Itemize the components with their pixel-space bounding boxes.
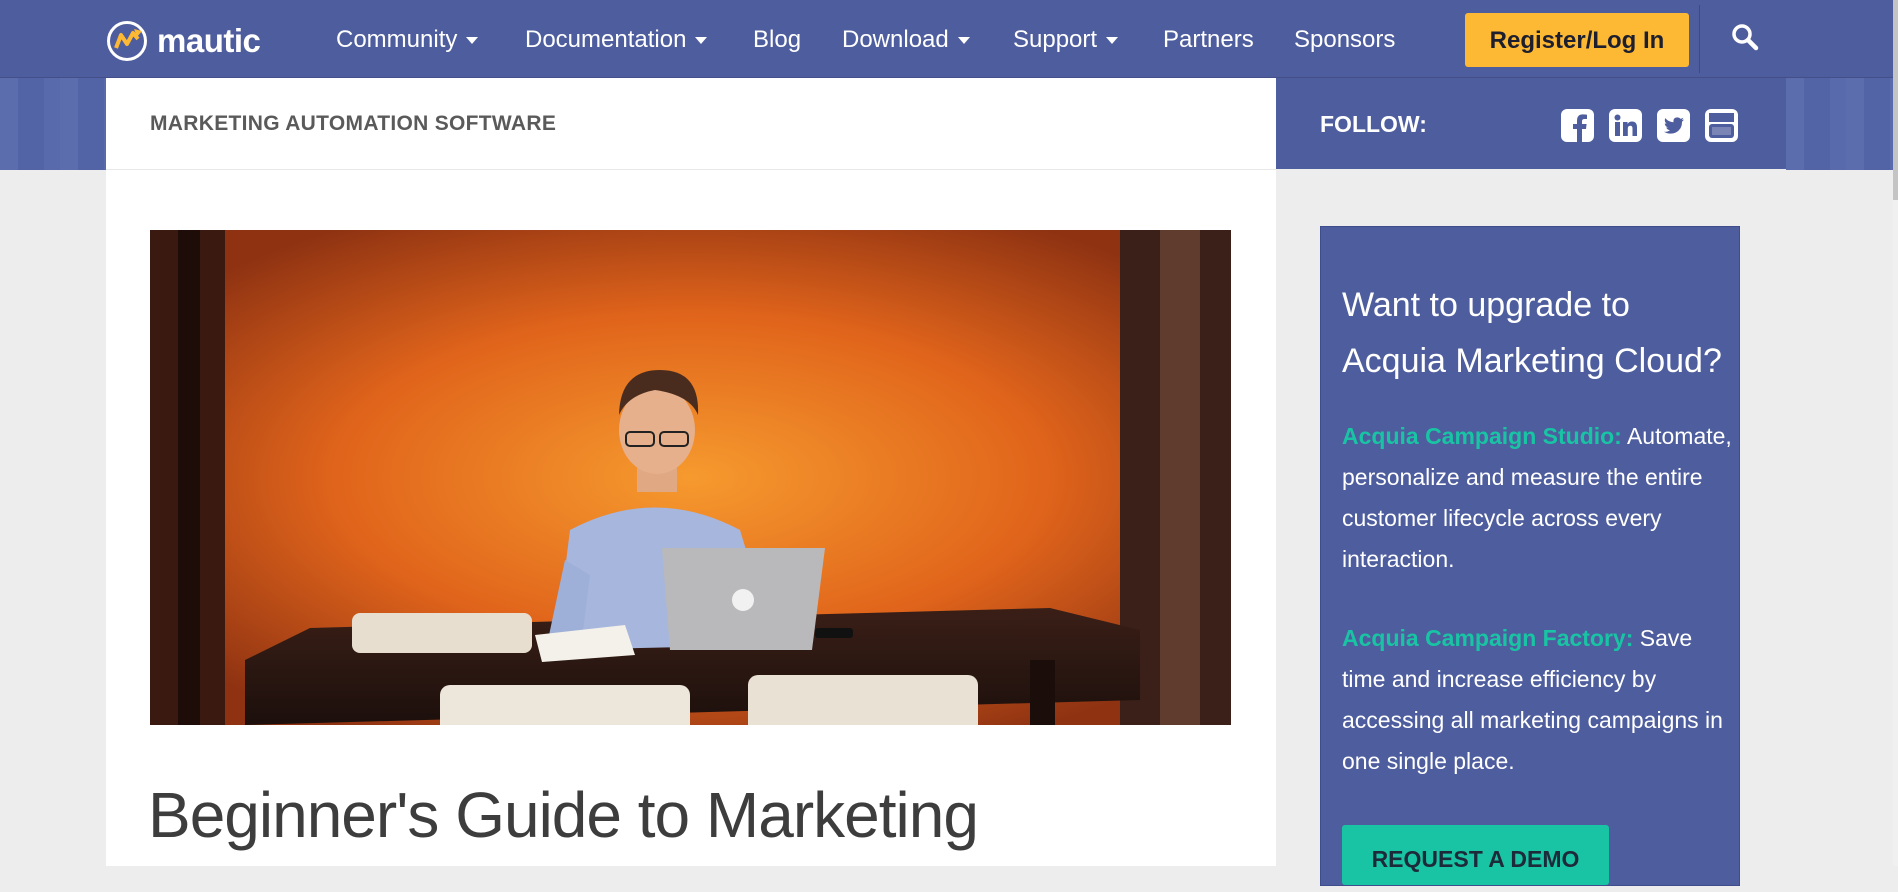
main-content: MARKETING AUTOMATION SOFTWARE Beginner's…: [106, 78, 1276, 866]
nav-label: Partners: [1163, 26, 1254, 53]
youtube-icon[interactable]: [1705, 109, 1738, 142]
follow-bar: FOLLOW:: [1276, 78, 1786, 169]
facebook-icon[interactable]: [1561, 109, 1594, 142]
nav-label: Download: [842, 26, 949, 53]
category-bar: MARKETING AUTOMATION SOFTWARE: [106, 78, 1276, 170]
chevron-down-icon: [957, 37, 970, 45]
request-demo-button[interactable]: REQUEST A DEMO: [1342, 825, 1609, 885]
linkedin-icon[interactable]: [1609, 109, 1642, 142]
nav-label: Documentation: [525, 26, 687, 53]
chevron-down-icon: [466, 37, 479, 45]
top-navbar: mautic Community Documentation Blog Down…: [0, 0, 1898, 78]
nav-divider: [1699, 5, 1700, 73]
article-title: Beginner's Guide to Marketing: [148, 779, 979, 851]
nav-sponsors[interactable]: Sponsors: [1294, 22, 1395, 58]
hero-image: [150, 230, 1231, 725]
nav-partners[interactable]: Partners: [1163, 22, 1254, 58]
brand-name: mautic: [157, 22, 261, 59]
promo-item-name: Acquia Campaign Studio:: [1342, 423, 1622, 449]
mautic-logo-icon: [107, 21, 147, 61]
chevron-down-icon: [695, 37, 708, 45]
nav-label: Sponsors: [1294, 26, 1396, 53]
promo-item-name: Acquia Campaign Factory:: [1342, 625, 1634, 651]
chevron-down-icon: [1106, 37, 1119, 45]
promo-item: Acquia Campaign Studio: Automate, person…: [1342, 416, 1732, 580]
promo-item: Acquia Campaign Factory: Save time and i…: [1342, 618, 1732, 782]
scrollbar-thumb[interactable]: [1893, 0, 1898, 200]
nav-documentation[interactable]: Documentation: [525, 22, 708, 58]
nav-blog[interactable]: Blog: [753, 22, 801, 58]
nav-download[interactable]: Download: [842, 22, 970, 58]
search-icon[interactable]: [1730, 22, 1760, 52]
promo-heading: Want to upgrade to Acquia Marketing Clou…: [1342, 286, 1722, 380]
nav-label: Community: [336, 26, 458, 53]
twitter-icon[interactable]: [1657, 109, 1690, 142]
nav-community[interactable]: Community: [336, 22, 479, 58]
sidebar: FOLLOW: Want to upgrade to Acquia Market…: [1276, 78, 1786, 886]
nav-support[interactable]: Support: [1013, 22, 1119, 58]
follow-label: FOLLOW:: [1320, 111, 1427, 137]
promo-box: Want to upgrade to Acquia Marketing Clou…: [1320, 226, 1740, 886]
nav-label: Support: [1013, 26, 1098, 53]
nav-label: Blog: [753, 26, 802, 53]
register-login-button[interactable]: Register/Log In: [1465, 13, 1689, 67]
category-link[interactable]: MARKETING AUTOMATION SOFTWARE: [150, 112, 556, 136]
mautic-logo[interactable]: mautic: [106, 19, 261, 63]
